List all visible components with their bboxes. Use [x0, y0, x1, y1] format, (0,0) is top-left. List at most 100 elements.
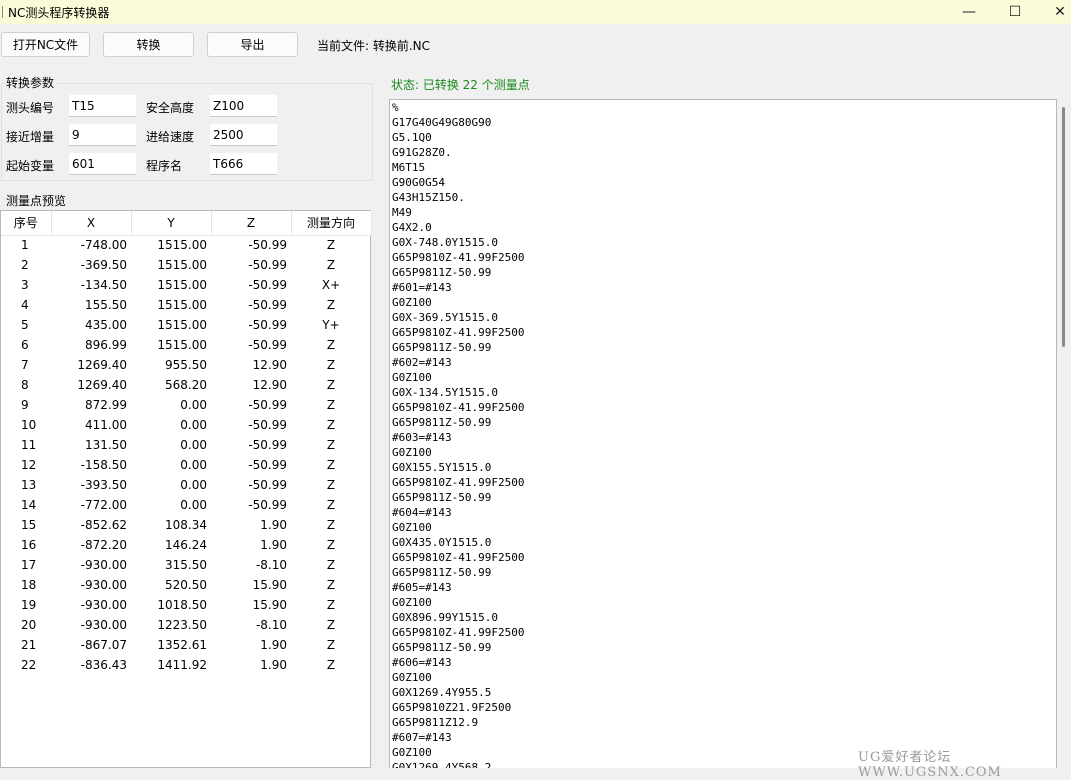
- cell-x: 1269.40: [77, 378, 127, 392]
- code-line: G0X155.5Y1515.0: [392, 461, 492, 474]
- cell-y: 1515.00: [157, 318, 207, 332]
- cell-direction: Y+: [322, 318, 340, 332]
- col-header-y[interactable]: Y: [131, 211, 212, 236]
- cell-y: 1223.50: [157, 618, 207, 632]
- cell-x: -930.00: [80, 578, 127, 592]
- maximize-button[interactable]: ☐: [992, 0, 1038, 24]
- minimize-button[interactable]: —: [946, 0, 992, 24]
- cell-y: 0.00: [180, 418, 207, 432]
- cell-z: 1.90: [260, 518, 287, 532]
- table-row[interactable]: 15 -852.62 108.34 1.90 Z: [1, 515, 371, 535]
- table-row[interactable]: 13 -393.50 0.00 -50.99 Z: [1, 475, 371, 495]
- start-var-input[interactable]: [69, 153, 136, 175]
- cell-no: 16: [21, 538, 37, 552]
- cell-direction: Z: [326, 378, 336, 392]
- table-row[interactable]: 6 896.99 1515.00 -50.99 Z: [1, 335, 371, 355]
- code-line: G65P9810Z-41.99F2500: [392, 626, 525, 639]
- table-row[interactable]: 2 -369.50 1515.00 -50.99 Z: [1, 255, 371, 275]
- code-line: G17G40G49G80G90: [392, 116, 492, 129]
- close-button[interactable]: ✕: [1037, 0, 1071, 24]
- table-row[interactable]: 5 435.00 1515.00 -50.99 Y+: [1, 315, 371, 335]
- cell-direction: Z: [326, 358, 336, 372]
- cell-direction: Z: [326, 458, 336, 472]
- table-header-row: 序号 X Y Z 测量方向: [1, 211, 372, 236]
- safe-height-label: 安全高度: [146, 101, 195, 115]
- cell-z: -50.99: [248, 338, 287, 352]
- cell-y: 108.34: [165, 518, 207, 532]
- col-header-direction[interactable]: 测量方向: [291, 211, 372, 236]
- code-line: #602=#143: [392, 356, 452, 369]
- cell-z: 15.90: [252, 598, 287, 612]
- cell-y: 1018.50: [157, 598, 207, 612]
- scrollbar-thumb[interactable]: [1062, 107, 1065, 347]
- code-line: G65P9811Z-50.99: [392, 566, 492, 579]
- cell-y: 1352.61: [157, 638, 207, 652]
- table-row[interactable]: 14 -772.00 0.00 -50.99 Z: [1, 495, 371, 515]
- table-row[interactable]: 18 -930.00 520.50 15.90 Z: [1, 575, 371, 595]
- table-row[interactable]: 17 -930.00 315.50 -8.10 Z: [1, 555, 371, 575]
- col-header-x[interactable]: X: [51, 211, 132, 236]
- cell-direction: Z: [326, 638, 336, 652]
- current-file-label: 当前文件: 转换前.NC: [317, 39, 431, 53]
- export-button[interactable]: 导出: [207, 32, 298, 57]
- code-line: G65P9810Z-41.99F2500: [392, 476, 525, 489]
- cell-x: -872.20: [80, 538, 127, 552]
- table-row[interactable]: 12 -158.50 0.00 -50.99 Z: [1, 455, 371, 475]
- code-scrollbar[interactable]: [1057, 99, 1071, 768]
- col-header-no[interactable]: 序号: [1, 211, 52, 236]
- safe-height-input[interactable]: [210, 95, 277, 117]
- table-row[interactable]: 19 -930.00 1018.50 15.90 Z: [1, 595, 371, 615]
- cell-no: 20: [21, 618, 37, 632]
- probe-no-input[interactable]: [69, 95, 136, 117]
- cell-no: 1: [21, 238, 29, 253]
- feed-input[interactable]: [210, 124, 277, 146]
- table-row[interactable]: 3 -134.50 1515.00 -50.99 X+: [1, 275, 371, 295]
- cell-z: -50.99: [248, 398, 287, 412]
- cell-no: 19: [21, 598, 37, 612]
- window-title: NC测头程序转换器: [8, 5, 110, 20]
- cell-y: 0.00: [180, 458, 207, 472]
- cell-x: -134.50: [80, 278, 127, 292]
- table-row[interactable]: 7 1269.40 955.50 12.90 Z: [1, 355, 371, 375]
- cell-y: 1411.92: [157, 658, 207, 672]
- code-line: G65P9811Z-50.99: [392, 341, 492, 354]
- table-row[interactable]: 20 -930.00 1223.50 -8.10 Z: [1, 615, 371, 635]
- cell-no: 4: [21, 298, 29, 312]
- preview-table[interactable]: 序号 X Y Z 测量方向 1 -748.00 1515.00 -50.99 Z 2 -36…: [0, 210, 372, 768]
- cell-y: 955.50: [165, 358, 207, 372]
- approach-input[interactable]: [69, 124, 136, 146]
- code-output[interactable]: % G17G40G49G80G90 G5.1Q0 G91G28Z0. M6T15 G90G…: [389, 99, 1057, 768]
- cell-no: 9: [21, 398, 29, 412]
- code-line: G5.1Q0: [392, 131, 432, 144]
- start-var-label: 起始变量: [6, 159, 55, 173]
- table-row[interactable]: 1 -748.00 1515.00 -50.99 Z: [1, 235, 371, 255]
- cell-z: -50.99: [248, 318, 287, 332]
- convert-button[interactable]: 转换: [103, 32, 194, 57]
- cell-x: -930.00: [80, 598, 127, 612]
- table-row[interactable]: 22 -836.43 1411.92 1.90 Z: [1, 655, 371, 675]
- table-row[interactable]: 9 872.99 0.00 -50.99 Z: [1, 395, 371, 415]
- code-line: G65P9810Z21.9F2500: [392, 701, 512, 714]
- cell-no: 8: [21, 378, 29, 392]
- params-group-title: 转换参数: [6, 74, 57, 91]
- cell-no: 6: [21, 338, 29, 352]
- code-line: G0Z100: [392, 671, 432, 684]
- code-line: G0Z100: [392, 596, 432, 609]
- code-line: #604=#143: [392, 506, 452, 519]
- code-line: G91G28Z0.: [392, 146, 452, 159]
- table-row[interactable]: 21 -867.07 1352.61 1.90 Z: [1, 635, 371, 655]
- code-line: G0Z100: [392, 521, 432, 534]
- prog-name-input[interactable]: [210, 153, 277, 175]
- table-row[interactable]: 4 155.50 1515.00 -50.99 Z: [1, 295, 371, 315]
- table-row[interactable]: 10 411.00 0.00 -50.99 Z: [1, 415, 371, 435]
- table-row[interactable]: 11 131.50 0.00 -50.99 Z: [1, 435, 371, 455]
- cell-direction: Z: [326, 238, 336, 253]
- cell-x: -158.50: [80, 458, 127, 472]
- cell-y: 0.00: [180, 498, 207, 512]
- table-row[interactable]: 8 1269.40 568.20 12.90 Z: [1, 375, 371, 395]
- col-header-z[interactable]: Z: [211, 211, 292, 236]
- cell-z: -50.99: [248, 238, 287, 253]
- open-nc-file-button[interactable]: 打开NC文件: [1, 32, 90, 57]
- table-row[interactable]: 16 -872.20 146.24 1.90 Z: [1, 535, 371, 555]
- cell-z: -8.10: [255, 618, 287, 632]
